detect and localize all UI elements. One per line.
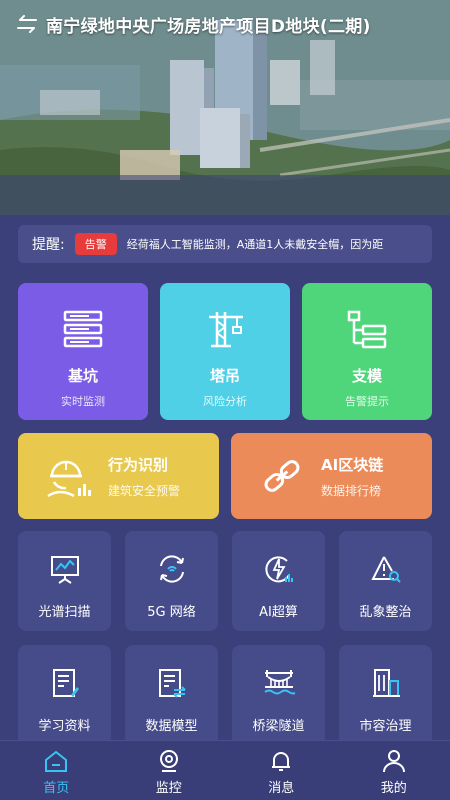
helmet-worker-icon <box>47 460 91 498</box>
chain-link-icon <box>264 460 300 492</box>
card-title: 基坑 <box>67 367 98 385</box>
tab-home[interactable]: 首页 <box>0 741 113 800</box>
tile-label: 数据模型 <box>145 719 198 734</box>
card-ai-blockchain[interactable]: AI区块链 数据排行榜 <box>231 433 432 519</box>
camera-icon <box>159 750 178 772</box>
card-subtitle: 数据排行榜 <box>321 483 382 498</box>
card-title: AI区块链 <box>321 455 384 474</box>
tile-label: 光谱扫描 <box>38 605 91 620</box>
tile-learning-materials[interactable]: 学习资料 <box>18 645 111 745</box>
swap-arrows-icon[interactable] <box>14 11 40 37</box>
card-tower-crane[interactable]: 塔吊 风险分析 <box>160 283 290 420</box>
alert-notice-bar[interactable]: 提醒: 告警 经荷福人工智能监测，A通道1人未戴安全帽，因为距 <box>18 225 432 263</box>
bell-icon <box>272 752 291 771</box>
tab-label: 我的 <box>380 781 407 796</box>
structure-tree-icon <box>347 310 387 349</box>
tab-monitor[interactable]: 监控 <box>113 741 226 800</box>
card-subtitle: 告警提示 <box>345 395 389 408</box>
card-title: 支模 <box>351 367 382 385</box>
server-stack-icon <box>63 310 103 348</box>
tab-label: 首页 <box>43 781 70 796</box>
tile-data-model[interactable]: 数据模型 <box>125 645 218 745</box>
data-exchange-icon <box>158 669 186 698</box>
tab-label: 消息 <box>268 781 295 796</box>
document-edit-icon <box>52 669 79 697</box>
card-title: 塔吊 <box>209 367 240 385</box>
tile-spectrum-scan[interactable]: 光谱扫描 <box>18 531 111 631</box>
tile-city-governance[interactable]: 市容治理 <box>339 645 432 745</box>
tile-label: 市容治理 <box>359 719 412 734</box>
tile-5g-network[interactable]: 5G 网络 <box>125 531 218 631</box>
bottom-tab-bar: 首页 监控 消息 我的 <box>0 740 450 800</box>
card-formwork[interactable]: 支模 告警提示 <box>302 283 432 420</box>
tile-label: 5G 网络 <box>147 605 196 620</box>
tile-label: 学习资料 <box>38 719 91 734</box>
tile-label: 桥梁隧道 <box>252 719 305 734</box>
tile-disorder-rectification[interactable]: 乱象整治 <box>339 531 432 631</box>
top-bar: 南宁绿地中央广场房地产项目D地块(二期) <box>0 0 450 48</box>
network-sync-icon <box>159 555 184 583</box>
card-foundation-pit[interactable]: 基坑 实时监测 <box>18 283 148 420</box>
lightning-chart-icon <box>264 556 293 583</box>
tab-messages[interactable]: 消息 <box>225 741 338 800</box>
card-subtitle: 风险分析 <box>203 395 247 408</box>
tile-label: AI超算 <box>259 605 298 620</box>
city-building-icon <box>372 669 400 697</box>
project-title: 南宁绿地中央广场房地产项目D地块(二期) <box>46 16 371 37</box>
tower-crane-icon <box>209 312 243 348</box>
tab-profile[interactable]: 我的 <box>338 741 450 800</box>
tab-label: 监控 <box>155 781 182 796</box>
notice-message: 经荷福人工智能监测，A通道1人未戴安全帽，因为距 <box>126 238 384 251</box>
warning-search-icon <box>370 556 401 583</box>
spectrum-board-icon <box>50 556 79 584</box>
bridge-icon <box>263 670 295 695</box>
notice-label: 提醒: <box>32 237 65 253</box>
tile-bridge-tunnel[interactable]: 桥梁隧道 <box>232 645 325 745</box>
home-icon <box>45 750 68 772</box>
user-icon <box>382 750 405 773</box>
card-subtitle: 实时监测 <box>61 395 105 408</box>
card-title: 行为识别 <box>108 455 169 474</box>
card-behavior-recognition[interactable]: 行为识别 建筑安全预警 <box>18 433 219 519</box>
card-subtitle: 建筑安全预警 <box>108 483 181 498</box>
alert-badge: 告警 <box>74 233 117 255</box>
tile-label: 乱象整治 <box>359 605 412 620</box>
tile-ai-supercomputing[interactable]: AI超算 <box>232 531 325 631</box>
